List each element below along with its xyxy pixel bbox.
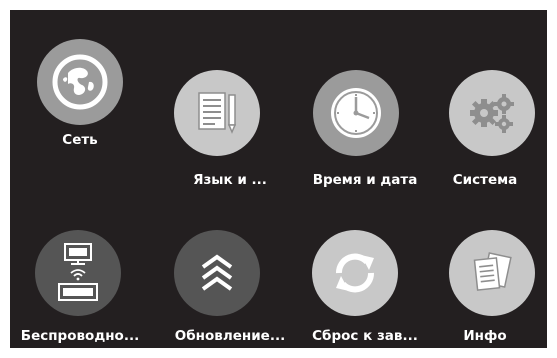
menu-item-datetime[interactable]: Время и дата	[300, 60, 430, 190]
menu-item-label: Беспроводно...	[20, 328, 140, 344]
wireless-display-icon	[35, 230, 121, 316]
menu-item-label: Система	[452, 172, 518, 188]
menu-item-label: Сброс к зав...	[312, 328, 418, 344]
menu-item-label: Время и дата	[312, 172, 418, 188]
menu-item-label: Сеть	[62, 132, 98, 148]
gears-icon	[449, 70, 535, 156]
menu-item-label: Язык и ...	[193, 172, 267, 188]
clock-icon	[313, 70, 399, 156]
menu-item-wireless[interactable]: Беспроводно...	[10, 220, 160, 348]
menu-item-network[interactable]: Сеть	[10, 10, 150, 170]
menu-item-system[interactable]: Система	[435, 60, 547, 190]
menu-item-info[interactable]: Инфо	[435, 220, 547, 348]
refresh-icon	[312, 230, 398, 316]
settings-screen: Сеть Язык и ... Время и дата Система Бес…	[10, 10, 547, 348]
globe-icon	[37, 39, 123, 125]
menu-item-label: Обновление...	[174, 328, 286, 344]
menu-item-label: Инфо	[463, 328, 507, 344]
notepad-icon	[174, 70, 260, 156]
documents-icon	[449, 230, 535, 316]
menu-item-reset[interactable]: Сброс к зав...	[300, 220, 430, 348]
menu-item-update[interactable]: Обновление...	[160, 220, 300, 348]
chevrons-up-icon	[174, 230, 260, 316]
menu-item-language[interactable]: Язык и ...	[165, 60, 295, 190]
